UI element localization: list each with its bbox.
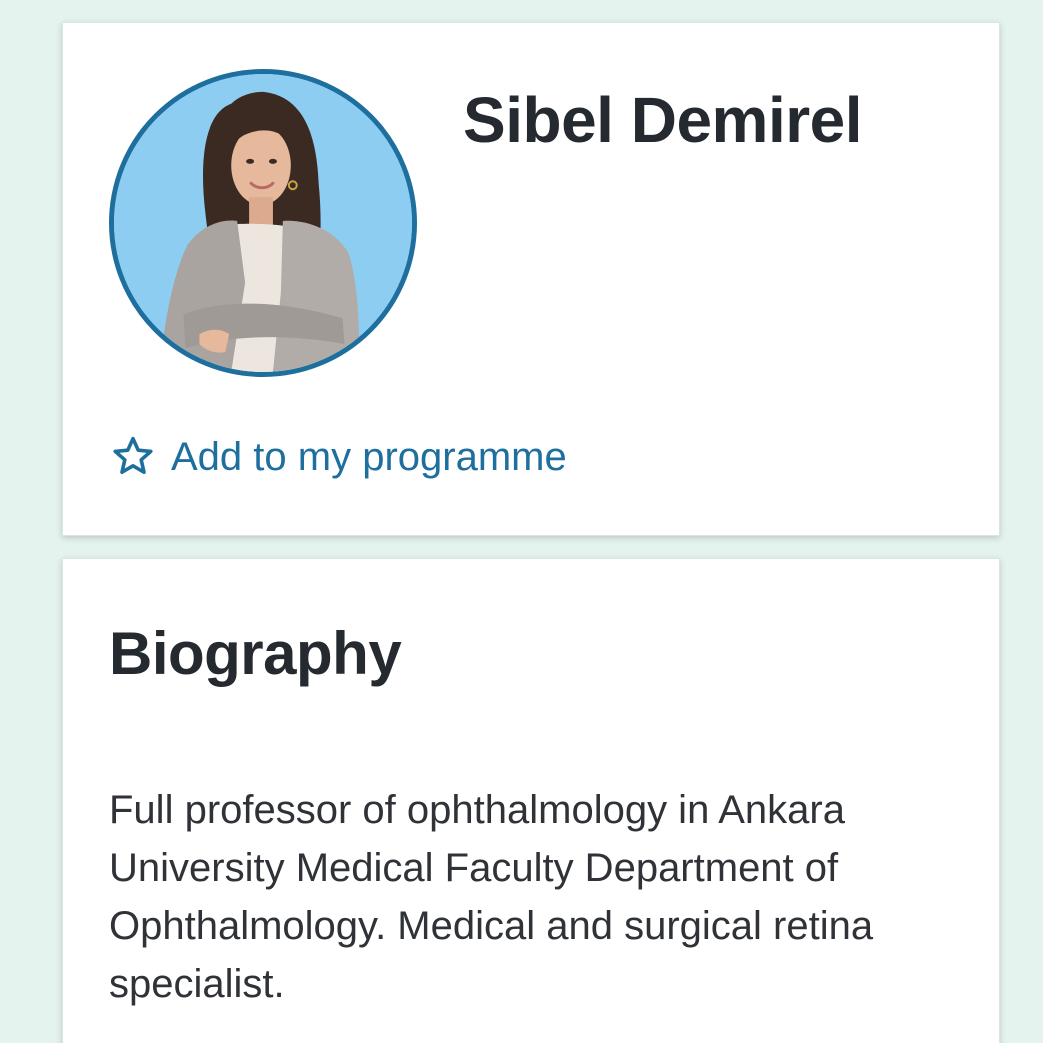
add-to-programme-label: Add to my programme — [171, 434, 567, 479]
star-outline-icon — [109, 433, 157, 481]
biography-text: Full professor of ophthalmology in Ankar… — [109, 788, 874, 1006]
speaker-photo — [114, 74, 412, 372]
biography-title: Biography — [109, 620, 402, 687]
speaker-avatar — [109, 69, 417, 377]
speaker-profile-card: Sibel Demirel Add to my programme — [62, 22, 1000, 536]
speaker-name: Sibel Demirel — [463, 84, 863, 156]
add-to-programme-button[interactable]: Add to my programme — [109, 433, 567, 481]
biography-card: Biography Full professor of ophthalmolog… — [62, 558, 1000, 1043]
speaker-page: Sibel Demirel Add to my programme Biogra… — [0, 0, 1043, 1043]
